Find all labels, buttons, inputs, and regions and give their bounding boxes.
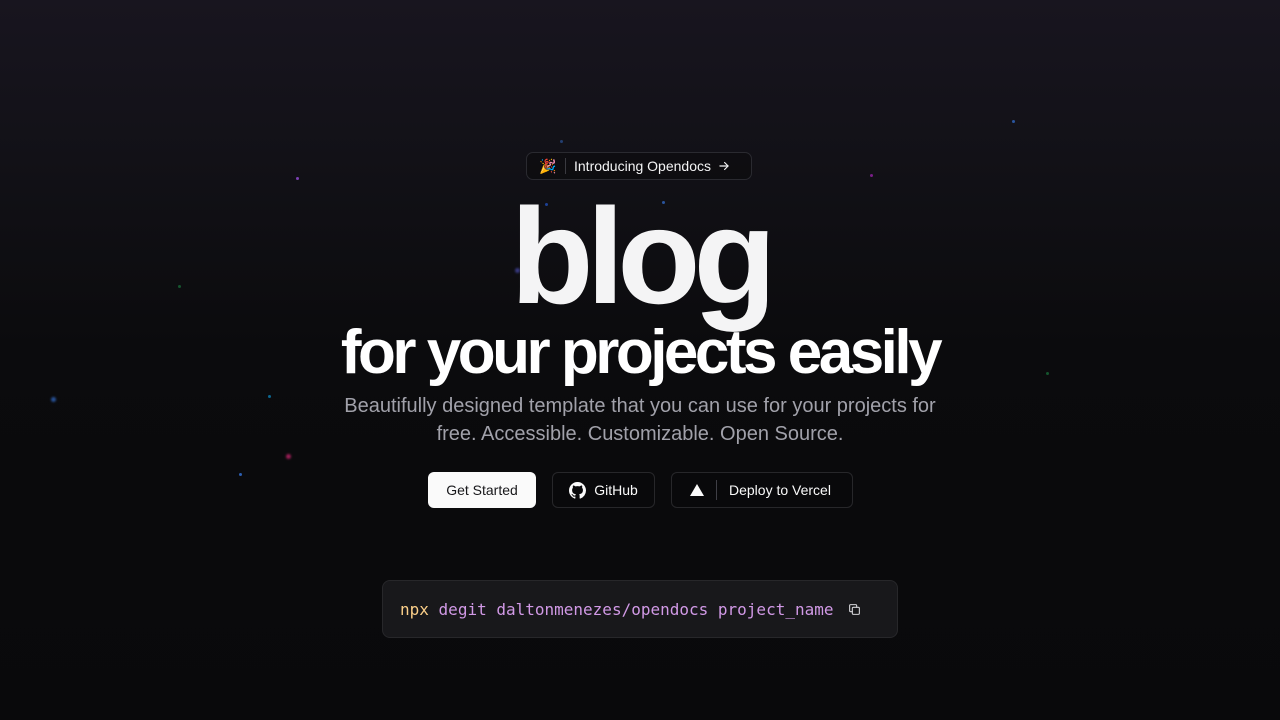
arrow-right-icon — [717, 159, 731, 173]
divider — [716, 480, 717, 500]
github-button-label: GitHub — [594, 482, 638, 498]
hero-title: blog — [510, 180, 776, 332]
deploy-to-vercel-button[interactable]: Deploy to Vercel — [671, 472, 853, 508]
divider — [565, 158, 566, 174]
vercel-triangle-icon — [690, 484, 704, 496]
hero-heading: for your projects easily — [340, 318, 943, 387]
install-command-box: npx degit daltonmenezes/opendocs project… — [382, 580, 898, 638]
party-popper-icon: 🎉 — [539, 157, 557, 174]
announcement-label: Introducing Opendocs — [574, 158, 711, 174]
copy-icon[interactable] — [848, 603, 861, 616]
hero-section: 🎉 Introducing Opendocs blog for your pro… — [0, 0, 1280, 720]
github-button[interactable]: GitHub — [552, 472, 655, 508]
deploy-button-label: Deploy to Vercel — [729, 482, 831, 498]
hero-description: Beautifully designed template that you c… — [344, 395, 936, 445]
install-command-args: degit daltonmenezes/opendocs project_nam… — [438, 599, 834, 619]
github-icon — [569, 481, 587, 499]
announcement-link[interactable]: 🎉 Introducing Opendocs — [526, 152, 752, 180]
install-command: npx — [400, 599, 429, 619]
get-started-button[interactable]: Get Started — [428, 472, 536, 508]
